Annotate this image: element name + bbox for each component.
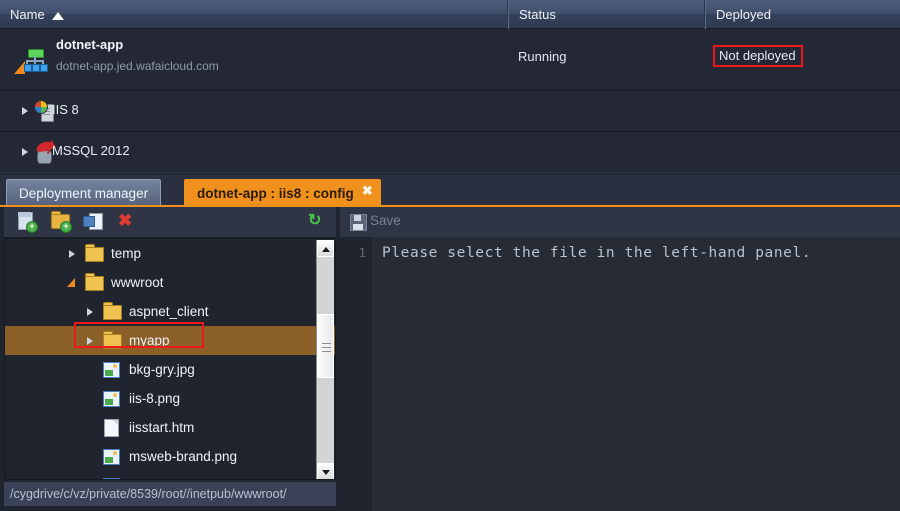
tree-item-wwwroot[interactable]: wwwroot	[5, 268, 335, 297]
folder-icon	[103, 305, 122, 320]
tab-deployment-manager-label: Deployment manager	[19, 186, 149, 201]
file-tree[interactable]: temp wwwroot aspnet_client myapp bkg-gry…	[4, 238, 336, 480]
tree-item-label: msweb-brand.png	[129, 449, 238, 465]
editor-content[interactable]: Please select the file in the left-hand …	[382, 245, 811, 261]
editor-body[interactable]: 1 Please select the file in the left-han…	[340, 237, 900, 511]
save-disk-icon	[350, 214, 367, 231]
chevron-right-icon[interactable]	[69, 250, 75, 258]
delete-icon[interactable]: ✖	[116, 212, 138, 232]
environment-deployed-cell: Not deployed	[705, 45, 803, 67]
tree-item-label: ws8-brand.png	[129, 478, 218, 479]
editor-line-number: 1	[358, 245, 366, 260]
file-editor-panel: Save 1 Please select the file in the lef…	[340, 207, 900, 511]
current-path-status: /cygdrive/c/vz/private/8539/root//inetpu…	[4, 482, 336, 506]
tree-item-iisstart-htm[interactable]: iisstart.htm	[5, 413, 335, 442]
scrollbar-thumb[interactable]	[317, 314, 334, 378]
image-file-icon	[103, 449, 120, 465]
column-header-deployed[interactable]: Deployed	[705, 0, 900, 29]
tree-item-label: bkg-gry.jpg	[129, 362, 195, 378]
file-manager-toolbar: + + ✖ ↻	[4, 207, 336, 238]
status-badge-deployed: Not deployed	[713, 45, 803, 67]
scroll-up-icon[interactable]	[317, 240, 334, 257]
upload-file-icon[interactable]: +	[16, 212, 38, 233]
chevron-right-icon[interactable]	[22, 107, 28, 115]
tree-item-ws8-brand-png[interactable]: ws8-brand.png	[5, 471, 335, 479]
refresh-icon[interactable]: ↻	[308, 212, 330, 232]
tree-item-label: iisstart.htm	[129, 420, 195, 436]
image-file-icon	[103, 478, 120, 479]
environment-name[interactable]: dotnet-app	[56, 37, 123, 52]
environment-status: Running	[518, 49, 567, 64]
editor-toolbar: Save	[340, 207, 900, 238]
tree-item-label: temp	[111, 246, 142, 262]
tab-deployment-manager[interactable]: Deployment manager	[6, 179, 162, 207]
new-folder-icon[interactable]: +	[50, 211, 72, 233]
editor-gutter: 1	[340, 237, 372, 511]
image-file-icon	[103, 391, 120, 407]
rename-icon[interactable]	[83, 212, 105, 232]
tree-item-msweb-brand-png[interactable]: msweb-brand.png	[5, 442, 335, 471]
chevron-right-icon[interactable]	[22, 148, 28, 156]
tree-item-bkg-gry-jpg[interactable]: bkg-gry.jpg	[5, 355, 335, 384]
sort-asc-triangle-icon	[51, 11, 64, 20]
tree-item-iis-8-png[interactable]: iis-8.png	[5, 384, 335, 413]
folder-open-icon	[85, 276, 104, 291]
tree-item-label: wwwroot	[111, 275, 164, 291]
column-header-name[interactable]: Name	[0, 0, 508, 29]
column-header-deployed-label: Deployed	[716, 7, 771, 22]
folder-icon	[85, 247, 104, 262]
column-header-name-label: Name	[10, 7, 45, 22]
tree-item-label: aspnet_client	[129, 304, 209, 320]
node-label-mssql2012: MSSQL 2012	[52, 143, 130, 158]
column-header-status-label: Status	[519, 7, 556, 22]
image-file-icon	[103, 362, 120, 378]
environment-hostname[interactable]: dotnet-app.jed.wafaicloud.com	[56, 59, 219, 73]
tree-item-temp[interactable]: temp	[5, 239, 335, 268]
document-file-icon	[104, 419, 119, 437]
file-tree-scrollbar[interactable]	[316, 240, 334, 479]
myapp-selection-highlight	[74, 322, 204, 348]
table-header-row: Name Status Deployed	[0, 0, 900, 29]
tab-dotnet-app-iis8-config[interactable]: dotnet-app : iis8 : config ✖	[184, 179, 381, 207]
environment-table: Name Status Deployed dotnet-app dotnet-a…	[0, 0, 900, 246]
node-row-mssql2012[interactable]: MSSQL 2012	[0, 132, 900, 172]
save-button[interactable]: Save	[370, 213, 401, 228]
tab-bar: Deployment manager dotnet-app : iis8 : c…	[0, 175, 900, 207]
file-manager-panel: + + ✖ ↻ temp wwwroot aspnet_client myapp…	[0, 207, 340, 511]
column-header-status[interactable]: Status	[508, 0, 705, 29]
node-label-iis8: IIS 8	[52, 102, 79, 117]
tree-item-label: iis-8.png	[129, 391, 181, 407]
environment-row[interactable]: dotnet-app dotnet-app.jed.wafaicloud.com…	[0, 29, 900, 91]
tab-dotnet-app-iis8-config-label: dotnet-app : iis8 : config	[197, 186, 354, 201]
scroll-down-icon[interactable]	[317, 463, 334, 479]
triangle-down-icon[interactable]	[67, 278, 75, 287]
node-row-iis8[interactable]: IIS 8 + ↻	[0, 91, 900, 246]
close-icon[interactable]: ✖	[362, 184, 373, 197]
environment-node-icon	[14, 45, 48, 77]
chevron-right-icon[interactable]	[87, 308, 93, 316]
